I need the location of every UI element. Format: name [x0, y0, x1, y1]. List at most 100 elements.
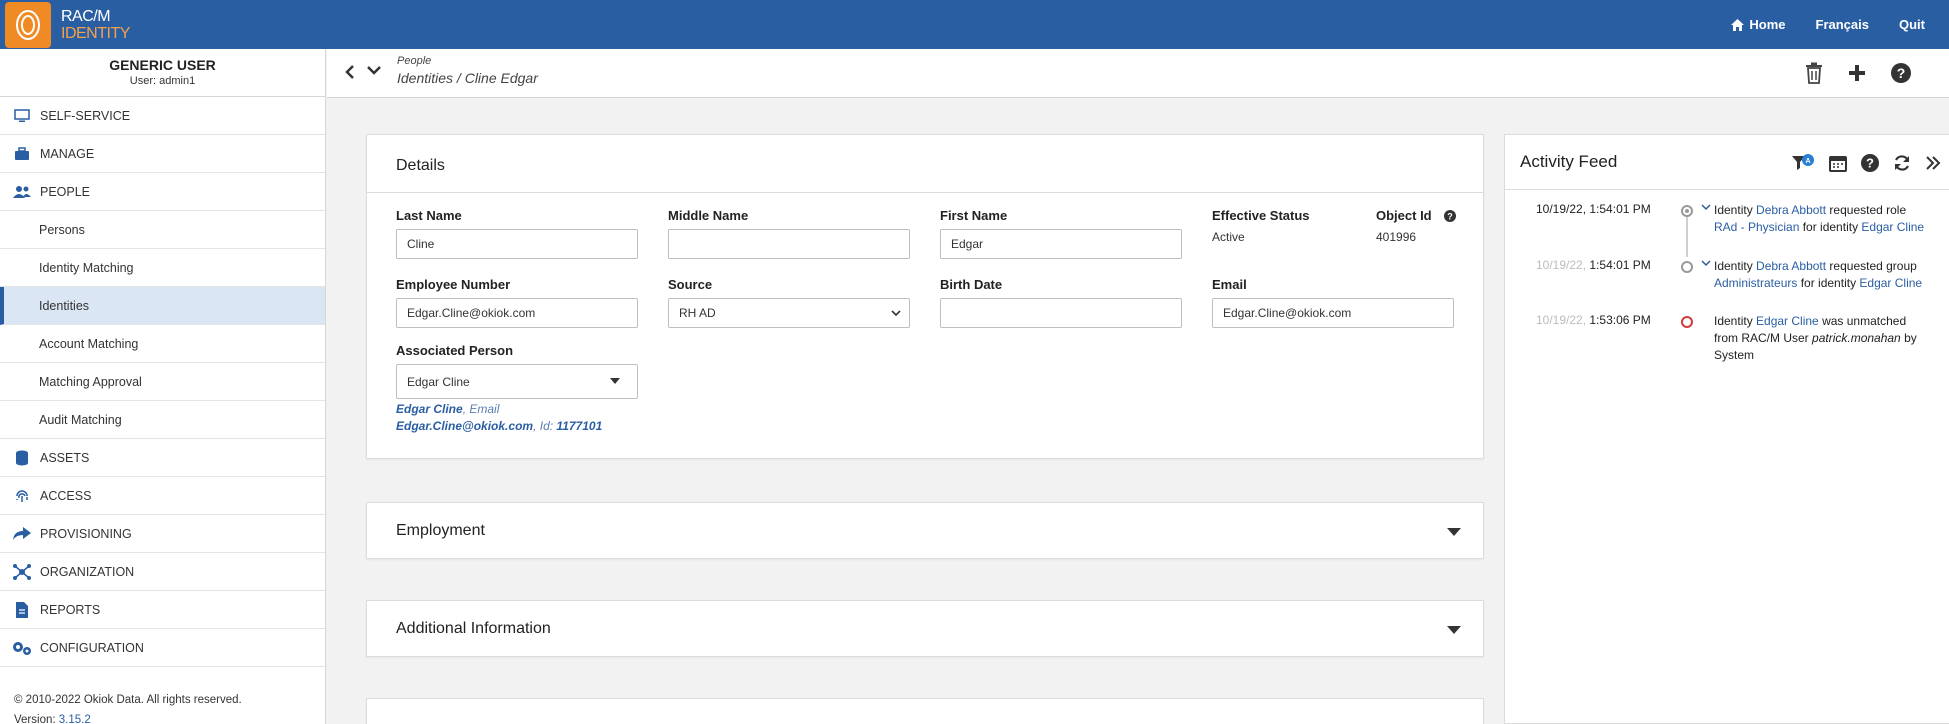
back-chevron-icon[interactable] [345, 65, 355, 79]
sidebar-item-label: SELF-SERVICE [40, 108, 131, 123]
associated-person-value: Edgar Cline [407, 374, 470, 389]
sidebar-item-people[interactable]: PEOPLE [0, 173, 325, 211]
entry-text-part: Identity [1714, 314, 1757, 328]
entry-text: Identity Debra Abbott requested role RAd… [1714, 202, 1929, 236]
first-name-field[interactable]: Edgar [940, 229, 1182, 259]
add-icon[interactable] [1847, 63, 1867, 83]
associated-person-link[interactable]: Edgar Cline, Email Edgar.Cline@okiok.com… [396, 401, 602, 435]
entry-link[interactable]: Edgar Cline [1859, 276, 1922, 290]
entry-text-part: requested role [1826, 203, 1907, 217]
version-line: Version: 3.15.2 [14, 710, 242, 724]
middle-name-field[interactable] [668, 229, 910, 259]
entry-link[interactable]: Edgar Cline [1861, 220, 1924, 234]
double-chevron-right-icon[interactable] [1925, 155, 1941, 171]
svg-text:?: ? [1866, 156, 1874, 171]
entry-timestamp: 10/19/22, 1:54:01 PM [1536, 202, 1651, 216]
refresh-icon[interactable] [1893, 154, 1911, 172]
trash-icon[interactable] [1805, 62, 1823, 84]
home-label: Home [1749, 17, 1786, 32]
last-name-field[interactable]: Cline [396, 229, 638, 259]
toolbox-icon [12, 146, 32, 161]
home-link[interactable]: Home [1731, 17, 1786, 32]
home-icon [1731, 18, 1745, 31]
help-icon[interactable]: ? [1861, 154, 1879, 172]
timestamp-date: 10/19/22, [1536, 313, 1587, 327]
sidebar-item-reports[interactable]: REPORTS [0, 591, 325, 629]
email-field[interactable]: Edgar.Cline@okiok.com [1212, 298, 1454, 328]
entry-link[interactable]: Edgar Cline [1756, 314, 1819, 328]
sidebar-item-label: Persons [39, 222, 85, 237]
object-id-help-icon[interactable]: ? [1444, 210, 1456, 222]
sidebar-item-configuration[interactable]: CONFIGURATION [0, 629, 325, 667]
timestamp-date: 10/19/22, [1536, 258, 1587, 272]
employee-number-label: Employee Number [396, 277, 511, 292]
assoc-email-label: , Email [462, 402, 500, 416]
caret-down-icon[interactable] [1447, 528, 1461, 536]
calendar-icon[interactable] [1829, 154, 1847, 172]
sidebar-item-access[interactable]: ACCESS [0, 477, 325, 515]
assoc-name: Edgar Cline [396, 402, 463, 416]
sidebar-item-label: ORGANIZATION [40, 564, 135, 579]
sidebar-footer: © 2010-2022 Okiok Data. All rights reser… [14, 690, 242, 724]
chevron-down-icon[interactable] [1701, 203, 1711, 211]
chevron-down-icon[interactable] [1701, 259, 1711, 267]
sidebar-item-identity-matching[interactable]: Identity Matching [0, 249, 325, 287]
fingerprint-logo-icon [5, 1, 51, 48]
email-label: Email [1212, 277, 1247, 292]
sidebar-item-label: REPORTS [40, 602, 101, 617]
sidebar-item-provisioning[interactable]: PROVISIONING [0, 515, 325, 553]
timeline-dot [1681, 205, 1693, 217]
user-block: GENERIC USER User: admin1 [0, 49, 325, 97]
version-link[interactable]: 3.15.2 [59, 714, 91, 724]
caret-down-icon[interactable] [1447, 626, 1461, 634]
entry-text-part: for identity [1799, 220, 1862, 234]
details-title: Details [396, 157, 445, 174]
svg-text:A: A [1805, 158, 1810, 165]
sidebar-item-self-service[interactable]: SELF-SERVICE [0, 97, 325, 135]
caret-down-icon [610, 378, 620, 384]
entry-link[interactable]: RAd - Physician [1714, 220, 1799, 234]
people-icon [12, 185, 32, 199]
sidebar-item-organization[interactable]: ORGANIZATION [0, 553, 325, 591]
sidebar-item-persons[interactable]: Persons [0, 211, 325, 249]
entry-text-part: Identity [1714, 203, 1757, 217]
sidebar-item-account-matching[interactable]: Account Matching [0, 325, 325, 363]
additional-information-title: Additional Information [396, 619, 551, 637]
entry-text-part: for identity [1797, 276, 1860, 290]
sidebar-item-identities[interactable]: Identities [0, 287, 325, 325]
source-label: Source [668, 277, 713, 292]
entry-link[interactable]: Debra Abbott [1756, 259, 1826, 273]
entry-link[interactable]: Administrateurs [1714, 276, 1797, 290]
employee-number-field[interactable]: Edgar.Cline@okiok.com [396, 298, 638, 328]
top-bar: RAC/M IDENTITY Home Français Quit [0, 0, 1949, 49]
entry-link[interactable]: Debra Abbott [1756, 203, 1826, 217]
filter-icon[interactable]: A [1791, 153, 1815, 173]
entry-text: Identity Edgar Cline was unmatched from … [1714, 313, 1929, 364]
birth-date-field[interactable] [940, 298, 1182, 328]
activity-feed: Activity Feed A ? 10/19/22, 1:54:01 PM I… [1504, 134, 1949, 724]
sidebar-item-manage[interactable]: MANAGE [0, 135, 325, 173]
monitor-icon [12, 108, 32, 123]
sidebar-item-matching-approval[interactable]: Matching Approval [0, 363, 325, 401]
object-id-label: Object Id [1376, 208, 1432, 223]
breadcrumb: Identities / Cline Edgar [397, 70, 538, 86]
sidebar-item-audit-matching[interactable]: Audit Matching [0, 401, 325, 439]
associated-person-select[interactable]: Edgar Cline [396, 364, 638, 399]
page-header: People Identities / Cline Edgar ? [327, 49, 1949, 98]
language-link[interactable]: Français [1816, 17, 1869, 32]
entry-text-part: Identity [1714, 259, 1757, 273]
quit-link[interactable]: Quit [1899, 17, 1925, 32]
sidebar-item-assets[interactable]: ASSETS [0, 439, 325, 477]
last-name-label: Last Name [396, 208, 462, 223]
help-icon[interactable]: ? [1891, 63, 1911, 83]
sidebar-item-label: Audit Matching [39, 412, 122, 427]
source-select[interactable]: RH AD [668, 298, 910, 328]
sidebar-item-label: ACCESS [40, 488, 92, 503]
entry-timestamp: 10/19/22, 1:53:06 PM [1536, 313, 1651, 327]
user-name: GENERIC USER [109, 57, 216, 73]
chevron-down-icon[interactable] [367, 65, 381, 75]
employment-section[interactable]: Employment [366, 502, 1484, 559]
sidebar-item-label: CONFIGURATION [40, 640, 144, 655]
breadcrumb-section[interactable]: People [397, 55, 431, 67]
additional-information-section[interactable]: Additional Information [366, 600, 1484, 657]
